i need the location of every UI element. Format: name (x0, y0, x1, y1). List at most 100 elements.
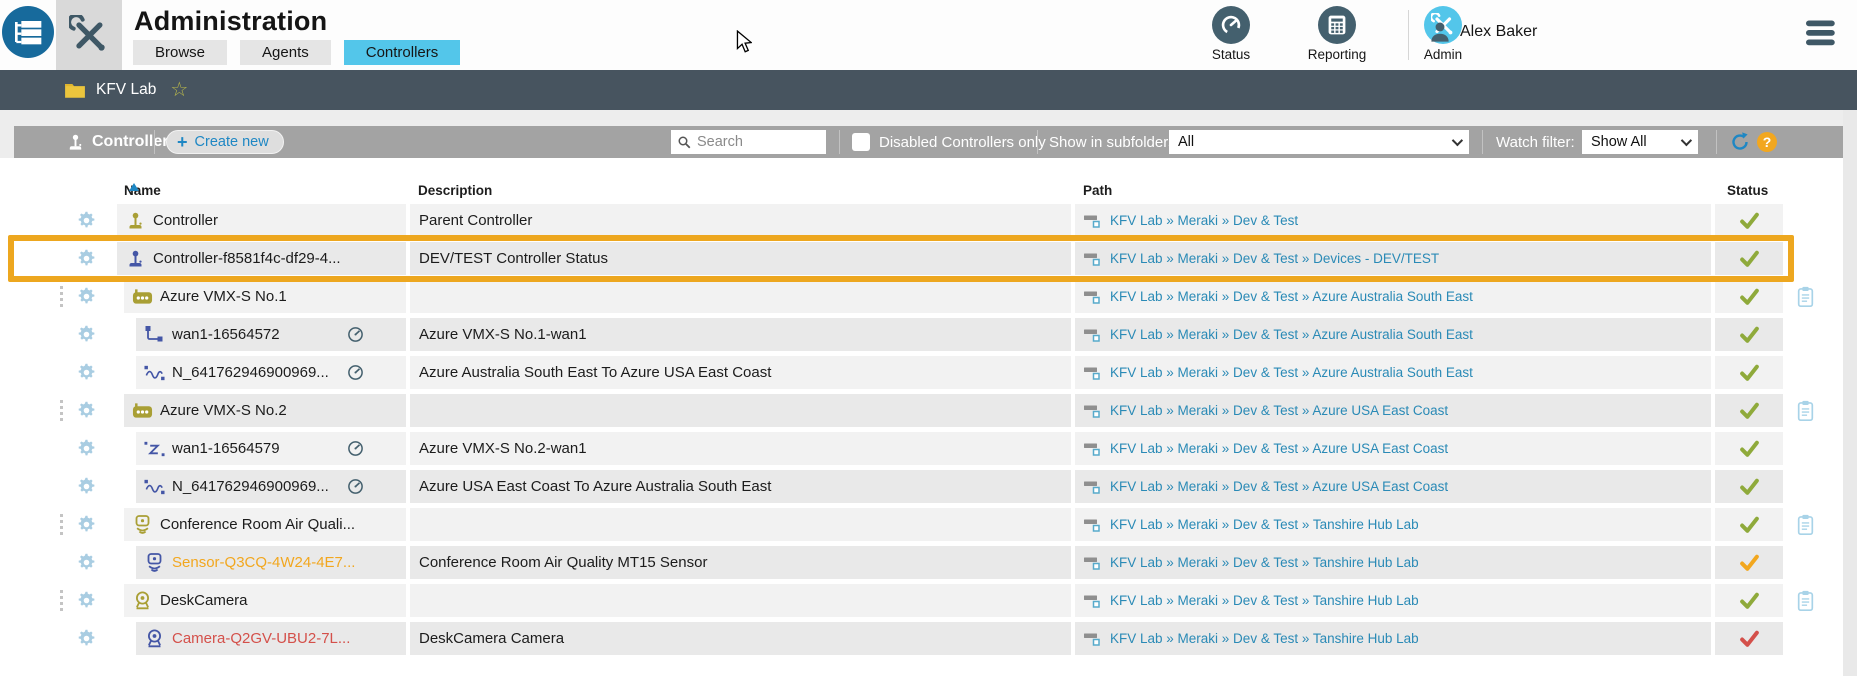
create-new-button[interactable]: + Create new (166, 130, 284, 154)
row-name-cell[interactable]: Controller-f8581f4c-df29-4... (117, 242, 406, 275)
hamburger-menu-icon[interactable] (1806, 20, 1836, 51)
row-settings-gear-icon[interactable] (76, 324, 97, 350)
watch-filter-select[interactable]: Show All (1582, 130, 1698, 154)
toolbar-title: Controllers (66, 126, 177, 158)
disabled-controllers-label: Disabled Controllers only (879, 133, 1046, 151)
row-settings-gear-icon[interactable] (76, 438, 97, 464)
device-path-icon (1084, 632, 1102, 646)
table-row: Azure VMX-S No.1 KFV Lab » Meraki » Dev … (0, 280, 1857, 313)
row-name: Conference Room Air Quali... (160, 516, 356, 533)
sleep-icon (144, 439, 165, 459)
app-logo[interactable] (2, 6, 54, 58)
row-path-link[interactable]: KFV Lab » Meraki » Dev & Test » Azure Au… (1110, 289, 1473, 304)
row-name: Controller-f8581f4c-df29-4... (153, 250, 341, 267)
report-icon (1325, 13, 1349, 37)
chevron-down-icon (1451, 134, 1464, 147)
refresh-icon[interactable] (1729, 131, 1751, 158)
row-path-link[interactable]: KFV Lab » Meraki » Dev & Test » Azure Au… (1110, 327, 1473, 342)
clipboard-icon[interactable] (1797, 590, 1814, 612)
row-path-cell: KFV Lab » Meraki » Dev & Test » Azure Au… (1075, 318, 1711, 351)
gauge-icon (1219, 13, 1243, 37)
row-description (410, 394, 1071, 427)
row-name-cell[interactable]: Azure VMX-S No.1 (124, 280, 406, 313)
clipboard-icon[interactable] (1797, 514, 1814, 536)
clipboard-icon[interactable] (1797, 400, 1814, 422)
clipboard-icon[interactable] (1797, 286, 1814, 308)
admin-tools-tile[interactable] (56, 0, 122, 70)
breadcrumb: KFV Lab ☆ (0, 70, 1857, 110)
nav-status[interactable]: Status (1192, 6, 1270, 62)
subfolders-select[interactable]: All (1169, 130, 1469, 154)
row-path-link[interactable]: KFV Lab » Meraki » Dev & Test » Azure US… (1110, 441, 1448, 456)
row-name: Camera-Q2GV-UBU2-7L... (172, 630, 351, 647)
row-name-cell[interactable]: wan1-16564572 (136, 318, 406, 351)
status-check-icon (1739, 324, 1760, 345)
drag-handle[interactable] (60, 400, 63, 421)
row-settings-gear-icon[interactable] (76, 590, 97, 616)
row-path-link[interactable]: KFV Lab » Meraki » Dev & Test » Tanshire… (1110, 517, 1419, 532)
row-settings-gear-icon[interactable] (76, 362, 97, 388)
row-description: Parent Controller (410, 204, 1071, 237)
row-name-cell[interactable]: Azure VMX-S No.2 (124, 394, 406, 427)
device-path-icon (1084, 442, 1102, 456)
row-name-cell[interactable]: N_641762946900969... (136, 356, 406, 389)
tab-browse[interactable]: Browse (133, 40, 228, 65)
row-settings-gear-icon[interactable] (76, 248, 97, 274)
gauge-icon (347, 440, 364, 457)
row-settings-gear-icon[interactable] (76, 514, 97, 540)
row-name-cell[interactable]: wan1-16564579 (136, 432, 406, 465)
row-settings-gear-icon[interactable] (76, 210, 97, 236)
row-name-cell[interactable]: Conference Room Air Quali... (124, 508, 406, 541)
row-path-link[interactable]: KFV Lab » Meraki » Dev & Test » Tanshire… (1110, 555, 1419, 570)
row-name-cell[interactable]: N_641762946900969... (136, 470, 406, 503)
drag-handle[interactable] (60, 590, 63, 611)
nav-reporting-label: Reporting (1307, 47, 1367, 62)
drag-handle[interactable] (60, 514, 63, 535)
user-name: Alex Baker (1460, 23, 1538, 40)
user-menu[interactable]: Alex Baker (1428, 20, 1537, 44)
device-path-icon (1084, 214, 1102, 228)
row-path-cell: KFV Lab » Meraki » Dev & Test (1075, 204, 1711, 237)
table-row: N_641762946900969... Azure USA East Coas… (0, 470, 1857, 503)
drag-handle[interactable] (60, 286, 63, 307)
row-path-link[interactable]: KFV Lab » Meraki » Dev & Test » Devices … (1110, 251, 1439, 266)
row-settings-gear-icon[interactable] (76, 476, 97, 502)
row-name-cell[interactable]: Sensor-Q3CQ-4W24-4E7... (136, 546, 406, 579)
row-name: Azure VMX-S No.1 (160, 288, 287, 305)
controllers-toolbar: Controllers + Create new Disabled Contro… (14, 126, 1843, 158)
row-name-cell[interactable]: DeskCamera (124, 584, 406, 617)
nav-status-label: Status (1211, 47, 1251, 62)
row-path-cell: KFV Lab » Meraki » Dev & Test » Azure Au… (1075, 280, 1711, 313)
status-check-icon (1739, 590, 1760, 611)
row-path-link[interactable]: KFV Lab » Meraki » Dev & Test » Tanshire… (1110, 631, 1419, 646)
search-box (671, 130, 826, 154)
row-settings-gear-icon[interactable] (76, 286, 97, 312)
row-status-cell (1715, 204, 1783, 237)
row-path-link[interactable]: KFV Lab » Meraki » Dev & Test » Azure Au… (1110, 365, 1473, 380)
row-status-cell (1715, 280, 1783, 313)
row-settings-gear-icon[interactable] (76, 400, 97, 426)
row-description: Azure USA East Coast To Azure Australia … (410, 470, 1071, 503)
help-icon[interactable]: ? (1757, 132, 1777, 152)
tab-agents[interactable]: Agents (240, 40, 331, 65)
search-input[interactable] (697, 134, 807, 150)
row-path-link[interactable]: KFV Lab » Meraki » Dev & Test (1110, 213, 1298, 228)
row-path-link[interactable]: KFV Lab » Meraki » Dev & Test » Tanshire… (1110, 593, 1419, 608)
tab-controllers[interactable]: Controllers (343, 40, 461, 65)
row-name-cell[interactable]: Controller (117, 204, 406, 237)
nav-reporting[interactable]: Reporting (1298, 6, 1376, 62)
row-description: Azure VMX-S No.2-wan1 (410, 432, 1071, 465)
row-path-link[interactable]: KFV Lab » Meraki » Dev & Test » Azure US… (1110, 403, 1448, 418)
section-tabs: Browse Agents Controllers (133, 40, 461, 65)
row-path-cell: KFV Lab » Meraki » Dev & Test » Azure US… (1075, 470, 1711, 503)
row-settings-gear-icon[interactable] (76, 552, 97, 578)
row-settings-gear-icon[interactable] (76, 628, 97, 654)
favorite-star-icon[interactable]: ☆ (170, 80, 188, 100)
row-status-cell (1715, 242, 1783, 275)
row-name-cell[interactable]: Camera-Q2GV-UBU2-7L... (136, 622, 406, 655)
row-path-link[interactable]: KFV Lab » Meraki » Dev & Test » Azure US… (1110, 479, 1448, 494)
breadcrumb-folder-name[interactable]: KFV Lab (96, 81, 156, 99)
disabled-controllers-checkbox[interactable] (852, 133, 870, 151)
wave-icon (144, 363, 165, 383)
crossed-tools-icon (69, 15, 109, 55)
